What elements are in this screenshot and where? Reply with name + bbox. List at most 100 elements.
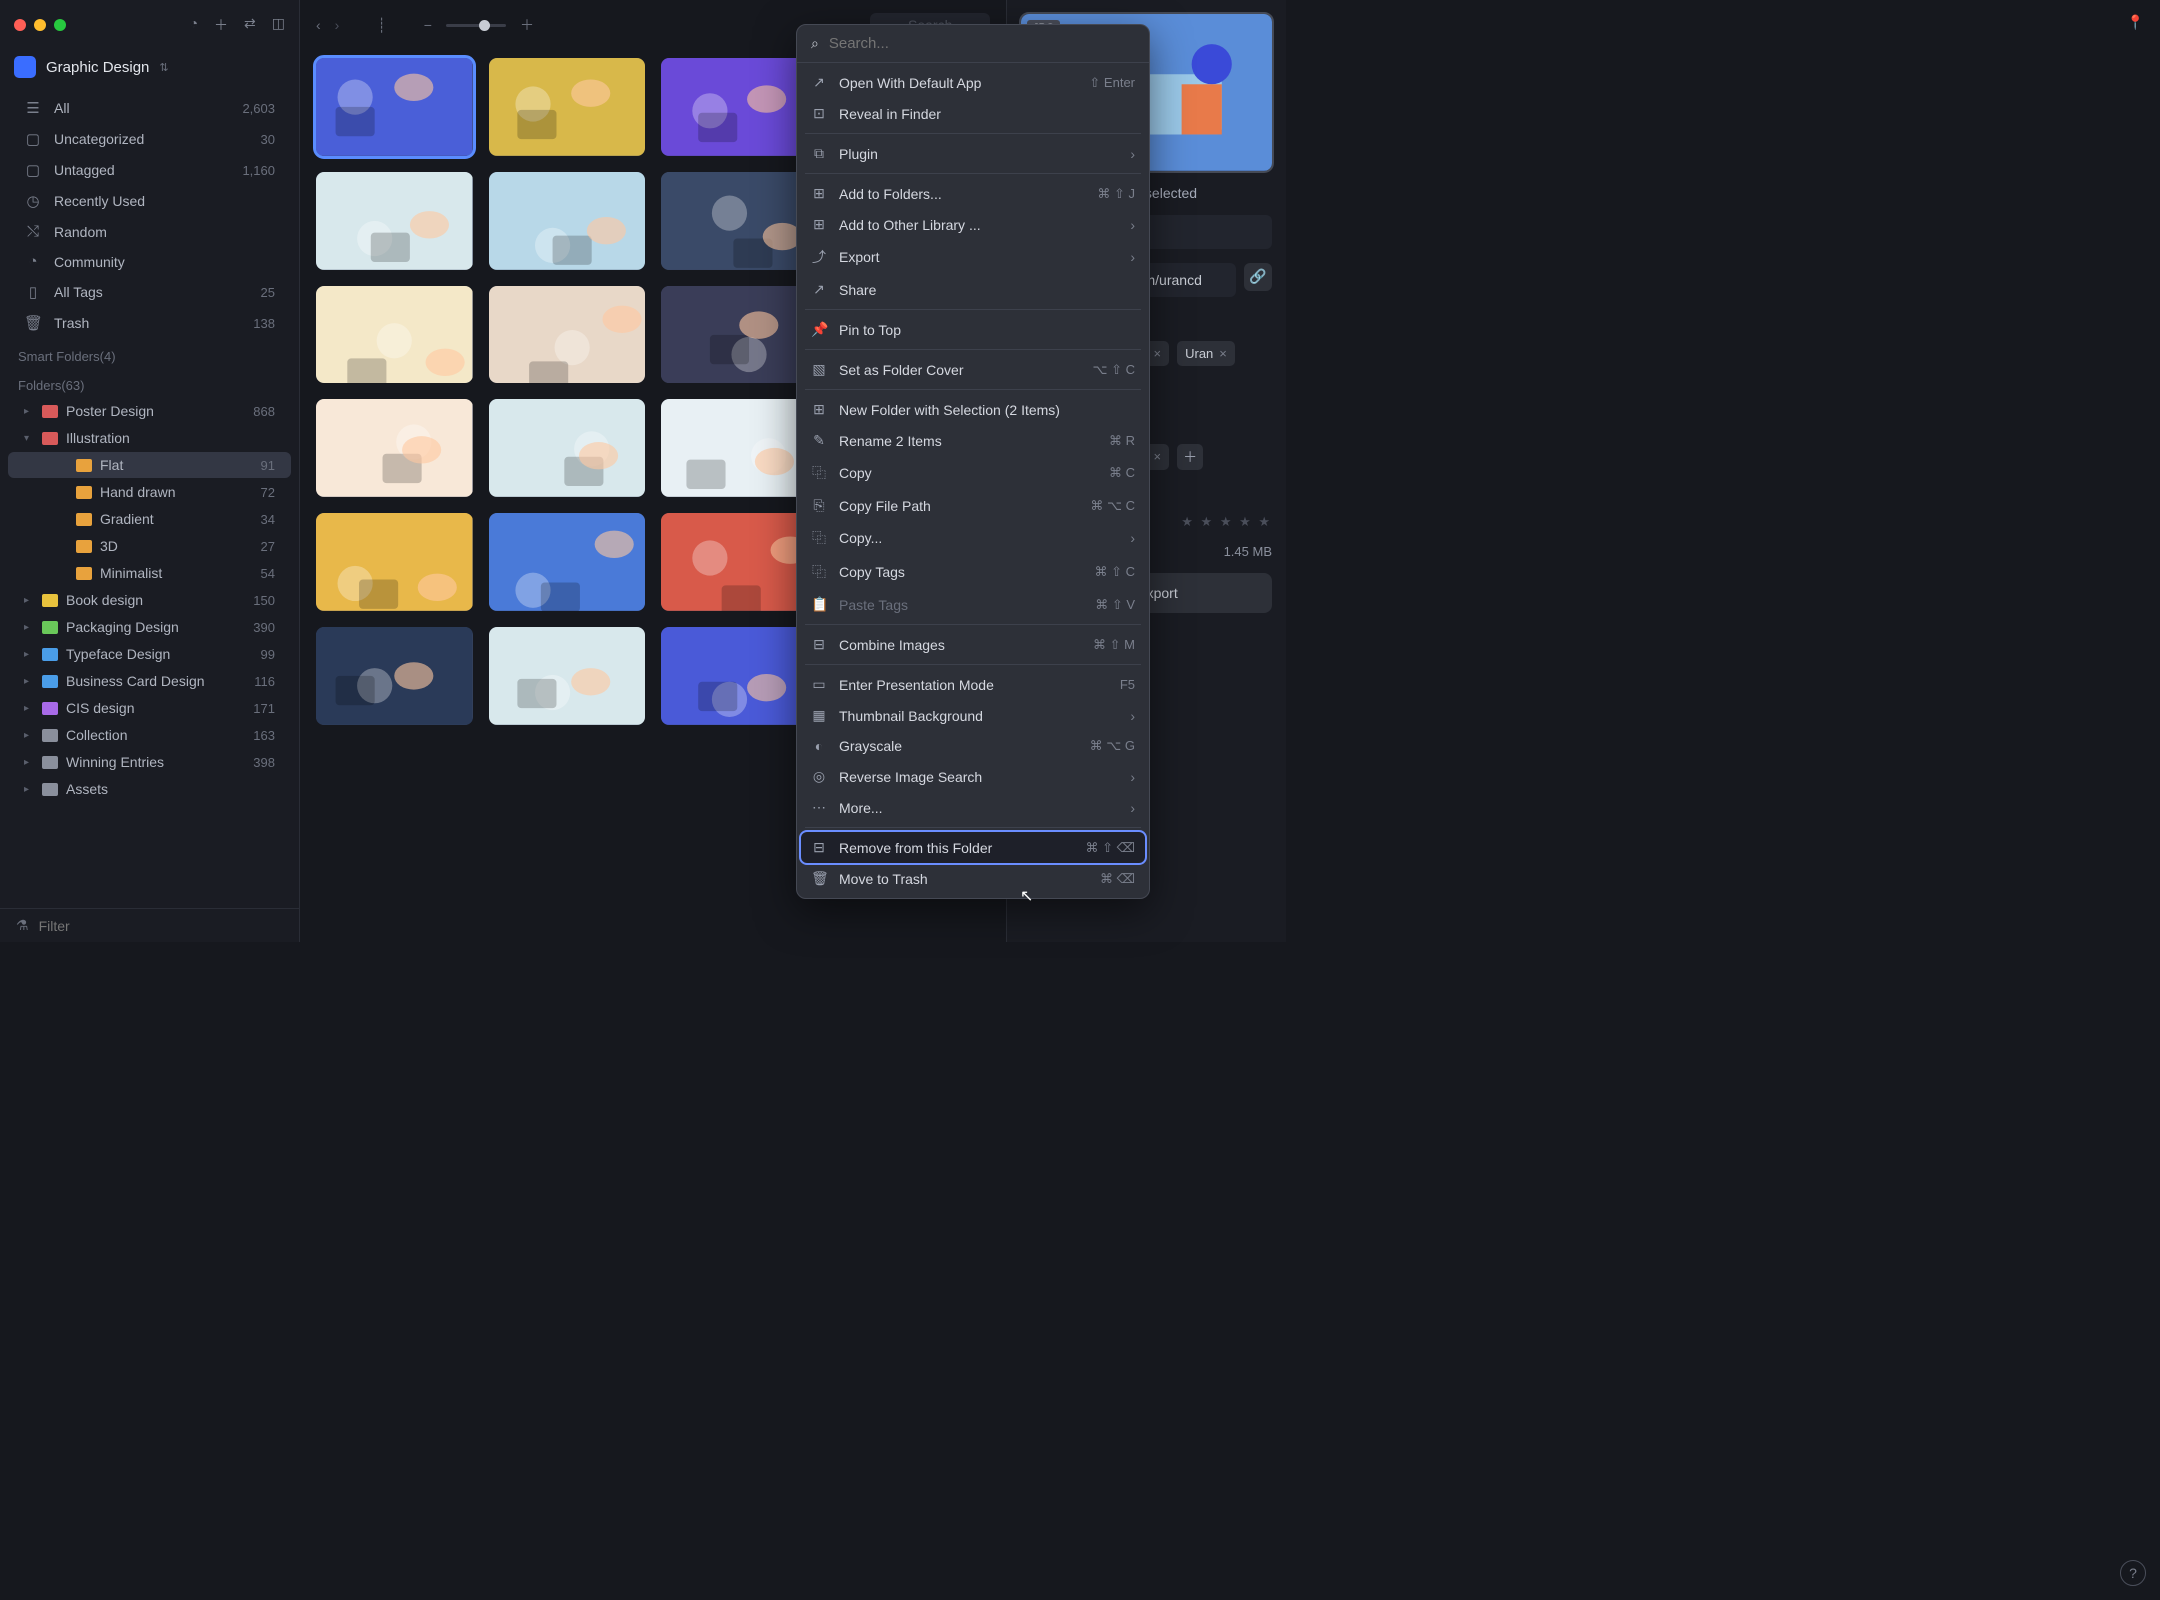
menu-item[interactable]: ⧉Plugin› bbox=[801, 138, 1145, 169]
folder-item[interactable]: ▸CIS design171 bbox=[8, 695, 291, 721]
folder-item[interactable]: ▸Packaging Design390 bbox=[8, 614, 291, 640]
folder-item[interactable]: Hand drawn72 bbox=[8, 479, 291, 505]
menu-shortcut: ⌘ ⇧ J bbox=[1097, 186, 1135, 202]
menu-separator bbox=[805, 389, 1141, 390]
thumbnail[interactable] bbox=[316, 399, 473, 497]
menu-item[interactable]: ⿻Copy...› bbox=[801, 521, 1145, 555]
add-folder-tag-button[interactable]: ＋ bbox=[1177, 444, 1203, 470]
folder-item[interactable]: ▸Collection163 bbox=[8, 722, 291, 748]
thumbnail[interactable] bbox=[661, 286, 818, 384]
panel-toggle-icon[interactable]: ◫ bbox=[272, 15, 285, 35]
chevron-icon: ▸ bbox=[24, 649, 34, 660]
rating-stars[interactable]: ★ ★ ★ ★ ★ bbox=[1181, 514, 1272, 530]
thumbnail[interactable] bbox=[489, 286, 646, 384]
menu-item[interactable]: ◎Reverse Image Search› bbox=[801, 761, 1145, 792]
notifications-icon[interactable]: ◔ bbox=[190, 15, 198, 35]
menu-item[interactable]: ▧Set as Folder Cover⌥ ⇧ C bbox=[801, 354, 1145, 385]
thumbnail[interactable] bbox=[489, 513, 646, 611]
folder-item[interactable]: ▾Illustration bbox=[8, 425, 291, 451]
menu-item[interactable]: ⊟Combine Images⌘ ⇧ M bbox=[801, 629, 1145, 660]
folder-item[interactable]: Minimalist54 bbox=[8, 560, 291, 586]
filter-input[interactable] bbox=[39, 918, 283, 934]
menu-item[interactable]: ⋯More...› bbox=[801, 792, 1145, 823]
folder-item[interactable]: Flat91 bbox=[8, 452, 291, 478]
thumbnail[interactable] bbox=[489, 399, 646, 497]
menu-item[interactable]: 📌Pin to Top bbox=[801, 314, 1145, 345]
minimize-window-button[interactable] bbox=[34, 19, 46, 31]
thumbnail[interactable] bbox=[661, 172, 818, 270]
menu-item[interactable]: ⎘Copy File Path⌘ ⌥ C bbox=[801, 490, 1145, 521]
menu-item: 📋Paste Tags⌘ ⇧ V bbox=[801, 589, 1145, 620]
pin-icon[interactable]: 📍 bbox=[2127, 14, 2144, 31]
nav-community[interactable]: ◔Community bbox=[8, 247, 291, 276]
zoom-in-button[interactable]: ＋ bbox=[520, 15, 534, 35]
folders-section[interactable]: Folders(63) bbox=[0, 368, 299, 397]
thumbnail[interactable] bbox=[316, 58, 473, 156]
thumbnail[interactable] bbox=[316, 286, 473, 384]
zoom-out-button[interactable]: − bbox=[424, 17, 432, 33]
folder-item[interactable]: ▸Assets bbox=[8, 776, 291, 802]
smart-folders-section[interactable]: Smart Folders(4) bbox=[0, 339, 299, 368]
menu-item[interactable]: ⿻Copy Tags⌘ ⇧ C bbox=[801, 555, 1145, 589]
nav-untagged[interactable]: ▢Untagged1,160 bbox=[8, 155, 291, 185]
context-search-input[interactable] bbox=[829, 35, 1135, 52]
folder-item[interactable]: ▸Winning Entries398 bbox=[8, 749, 291, 775]
add-icon[interactable]: ＋ bbox=[214, 15, 228, 35]
thumbnail[interactable] bbox=[661, 58, 818, 156]
menu-item[interactable]: ⊞Add to Folders...⌘ ⇧ J bbox=[801, 178, 1145, 209]
menu-item[interactable]: ▭Enter Presentation ModeF5 bbox=[801, 669, 1145, 700]
nav-recent[interactable]: ◷Recently Used bbox=[8, 186, 291, 216]
open-link-button[interactable]: 🔗 bbox=[1244, 263, 1272, 291]
thumbnail[interactable] bbox=[661, 627, 818, 725]
folder-item[interactable]: ▸Typeface Design99 bbox=[8, 641, 291, 667]
menu-item[interactable]: ⊞New Folder with Selection (2 Items) bbox=[801, 394, 1145, 425]
close-window-button[interactable] bbox=[14, 19, 26, 31]
thumbnail[interactable] bbox=[316, 172, 473, 270]
menu-item[interactable]: 🗑Move to Trash⌘ ⌫ bbox=[801, 863, 1145, 894]
zoom-slider[interactable] bbox=[446, 24, 506, 27]
remove-tag-icon[interactable]: × bbox=[1154, 346, 1162, 361]
menu-item[interactable]: ↗Open With Default App⇧ Enter bbox=[801, 67, 1145, 98]
help-button[interactable]: ? bbox=[2120, 1560, 2146, 1586]
nav-trash[interactable]: 🗑Trash138 bbox=[8, 308, 291, 338]
nav-uncategorized[interactable]: ▢Uncategorized30 bbox=[8, 124, 291, 154]
menu-item[interactable]: ⊡Reveal in Finder bbox=[801, 98, 1145, 129]
folder-item[interactable]: 3D27 bbox=[8, 533, 291, 559]
nav-all[interactable]: ☰All2,603 bbox=[8, 93, 291, 123]
folder-item[interactable]: ▸Poster Design868 bbox=[8, 398, 291, 424]
menu-item[interactable]: ✎Rename 2 Items⌘ R bbox=[801, 425, 1145, 456]
nav-alltags[interactable]: ▯All Tags25 bbox=[8, 277, 291, 307]
nav-random[interactable]: ⤭Random bbox=[8, 217, 291, 246]
menu-item[interactable]: ⊟Remove from this Folder⌘ ⇧ ⌫ bbox=[801, 832, 1145, 863]
menu-item[interactable]: ⿻Copy⌘ C bbox=[801, 456, 1145, 490]
menu-item[interactable]: ⊞Add to Other Library ...› bbox=[801, 209, 1145, 240]
folder-item[interactable]: ▸Book design150 bbox=[8, 587, 291, 613]
remove-tag-icon[interactable]: × bbox=[1219, 346, 1227, 361]
thumbnail[interactable] bbox=[489, 58, 646, 156]
library-header[interactable]: Graphic Design ⇅ bbox=[0, 50, 299, 88]
tag[interactable]: Uran × bbox=[1177, 341, 1235, 366]
remove-folder-tag-icon[interactable]: × bbox=[1154, 449, 1162, 464]
folder-color-icon bbox=[76, 513, 92, 526]
sync-icon[interactable]: ⇄ bbox=[244, 15, 256, 35]
folder-item[interactable]: Gradient34 bbox=[8, 506, 291, 532]
forward-button[interactable]: › bbox=[335, 17, 340, 33]
menu-item[interactable]: ▦Thumbnail Background› bbox=[801, 700, 1145, 731]
back-button[interactable]: ‹ bbox=[316, 17, 321, 33]
thumbnail[interactable] bbox=[661, 513, 818, 611]
folder-name: Poster Design bbox=[66, 403, 154, 419]
maximize-window-button[interactable] bbox=[54, 19, 66, 31]
folder-icon: ▢ bbox=[24, 130, 42, 148]
thumbnail[interactable] bbox=[489, 172, 646, 270]
thumbnail[interactable] bbox=[316, 513, 473, 611]
menu-item[interactable]: ⤴Export› bbox=[801, 240, 1145, 274]
chevron-icon: ▸ bbox=[24, 622, 34, 633]
folder-item[interactable]: ▸Business Card Design116 bbox=[8, 668, 291, 694]
thumbnail[interactable] bbox=[661, 399, 818, 497]
menu-item[interactable]: ↗Share bbox=[801, 274, 1145, 305]
thumbnail[interactable] bbox=[489, 627, 646, 725]
menu-item[interactable]: ◐Grayscale⌘ ⌥ G bbox=[801, 731, 1145, 761]
thumbnail[interactable] bbox=[316, 627, 473, 725]
folder-color-icon bbox=[76, 540, 92, 553]
list-view-button[interactable]: ┊ bbox=[377, 17, 385, 34]
